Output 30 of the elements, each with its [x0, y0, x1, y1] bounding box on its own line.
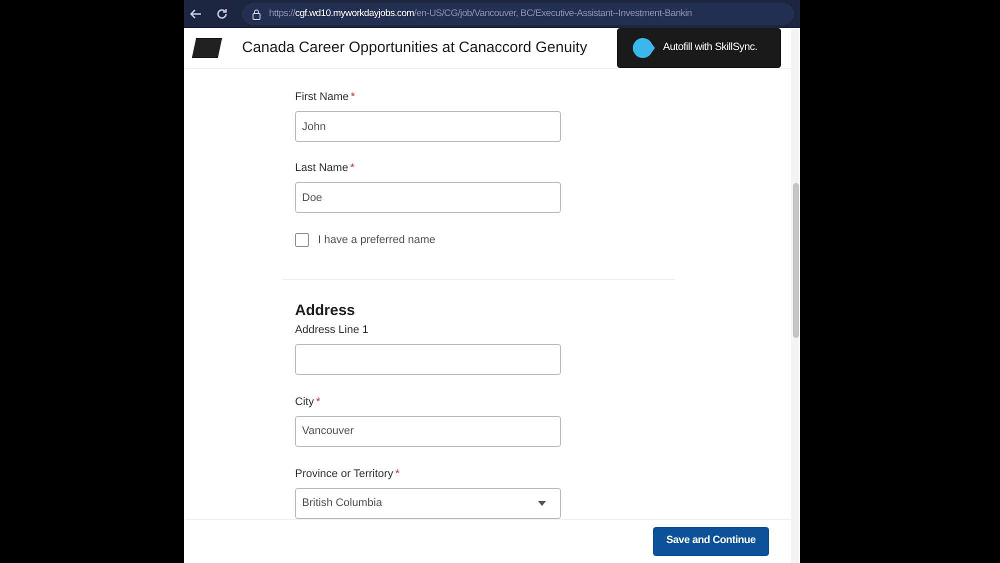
field-label: City — [295, 394, 314, 410]
dropdown-caret-icon — [538, 500, 546, 506]
page-title: Canada Career Opportunities at Canaccord Genuity — [242, 38, 588, 58]
back-icon[interactable] — [190, 9, 202, 19]
address-bar[interactable]: https://cgf.wd10.myworkdayjobs.com/en-US/CG/job/Vancouver, BC/Executive-Assistant--Investment-Bankin — [242, 3, 794, 25]
field-label: Last Name — [295, 161, 348, 176]
text-field[interactable] — [295, 344, 561, 374]
reload-icon[interactable] — [216, 8, 228, 20]
checkbox[interactable] — [295, 233, 309, 248]
province-select[interactable]: British Columbia — [295, 488, 561, 518]
company-logo — [192, 38, 222, 58]
blob-icon — [631, 37, 655, 59]
text-field[interactable]: Doe — [295, 182, 561, 213]
field-label: Province or Territory — [295, 466, 394, 482]
required-marker: * — [350, 90, 356, 105]
checkbox-label: I have a preferred name — [318, 233, 436, 248]
required-marker: * — [350, 161, 354, 176]
field-label: Address Line 1 — [295, 322, 368, 338]
save-and-continue-button[interactable]: Save and Continue — [653, 526, 769, 556]
select-value: British Columbia — [302, 496, 382, 511]
text-field[interactable]: Vancouver — [295, 416, 561, 446]
section-heading: Address — [295, 302, 356, 320]
autofill-button[interactable]: Autofill with SkillSync. — [617, 28, 781, 68]
required-marker: * — [395, 466, 400, 482]
scrollbar-thumb[interactable] — [792, 183, 798, 338]
url-text: https://cgf.wd10.myworkdayjobs.com/en-US/CG/job/Vancouver, BC/Executive-Assistant--Investment-Bankin — [269, 6, 692, 21]
required-marker: * — [316, 394, 320, 410]
lock-icon — [252, 8, 261, 20]
field-label: First Name — [295, 90, 349, 105]
text-field[interactable]: John — [295, 111, 561, 142]
